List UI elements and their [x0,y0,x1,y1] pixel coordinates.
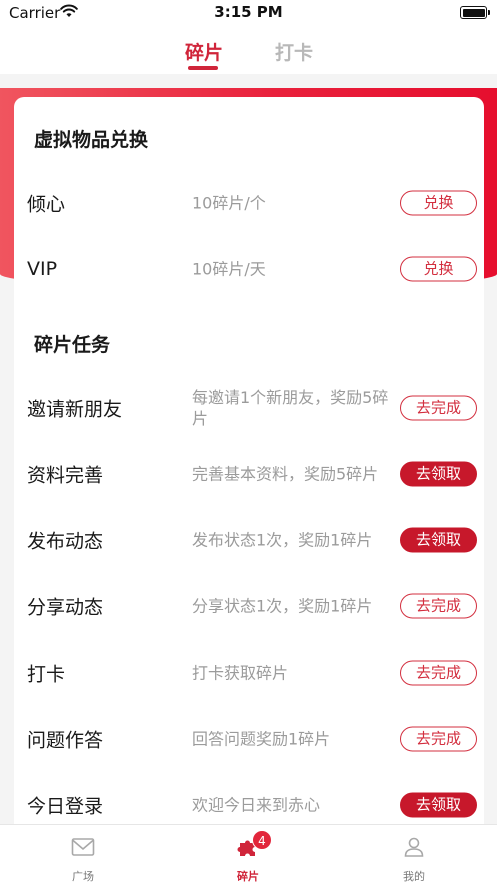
task-claim-button[interactable]: 去领取 [400,461,477,487]
task-desc: 每邀请1个新朋友，奖励5碎片 [192,388,389,428]
battery-icon [460,6,490,19]
task-row: 打卡 打卡获取碎片 去完成 [14,648,484,698]
task-complete-button[interactable]: 去完成 [400,660,477,686]
clock: 3:15 PM [214,3,283,21]
task-name: 邀请新朋友 [27,398,123,421]
envelope-icon [71,838,95,856]
task-desc: 欢迎今日来到赤心 [192,795,321,815]
task-desc: 打卡获取碎片 [192,663,289,683]
status-bar: Carrier 3:15 PM [0,0,497,26]
notification-badge: 4 [252,830,272,850]
task-row: 问题作答 回答问题奖励1碎片 去完成 [14,714,484,764]
task-desc: 回答问题奖励1碎片 [192,729,331,749]
bottom-tab-label: 碎片 [237,870,259,883]
exchange-button[interactable]: 兑换 [400,190,477,216]
task-claim-button[interactable]: 去领取 [400,527,477,553]
task-desc: 完善基本资料，奖励5碎片 [192,464,379,484]
bottom-tab-bar: 广场 4 碎片 我的 [0,824,497,883]
item-desc: 10碎片/天 [192,259,266,279]
item-name: VIP [27,258,58,280]
task-row: 发布动态 发布状态1次，奖励1碎片 去领取 [14,515,484,565]
task-name: 发布动态 [27,530,104,553]
bottom-tab-label: 广场 [72,870,94,883]
task-desc: 发布状态1次，奖励1碎片 [192,530,373,550]
tab-checkin[interactable]: 打卡 [275,38,313,65]
exchange-row: 倾心 10碎片/个 兑换 [14,178,484,228]
task-section-title: 碎片任务 [34,334,111,356]
fragment-card: 虚拟物品兑换 倾心 10碎片/个 兑换 VIP 10碎片/天 兑换 碎片任务 邀… [14,97,484,837]
task-row: 分享动态 分享状态1次，奖励1碎片 去完成 [14,581,484,631]
bottom-tab-mine[interactable]: 我的 [374,825,454,883]
top-tab-bar: 碎片 打卡 [0,26,497,74]
task-row: 邀请新朋友 每邀请1个新朋友，奖励5碎片 去完成 [14,383,484,433]
item-desc: 10碎片/个 [192,193,266,213]
task-name: 今日登录 [27,795,104,818]
bottom-tab-plaza[interactable]: 广场 [43,825,123,883]
task-complete-button[interactable]: 去完成 [400,726,477,752]
task-row: 今日登录 欢迎今日来到赤心 去领取 [14,780,484,830]
task-desc: 分享状态1次，奖励1碎片 [192,596,373,616]
tab-fragment[interactable]: 碎片 [185,38,223,65]
task-row: 资料完善 完善基本资料，奖励5碎片 去领取 [14,449,484,499]
exchange-button[interactable]: 兑换 [400,256,477,282]
task-complete-button[interactable]: 去完成 [400,593,477,619]
active-tab-indicator [188,66,218,70]
item-name: 倾心 [27,193,66,216]
bottom-tab-fragment[interactable]: 4 碎片 [208,825,288,883]
task-name: 打卡 [27,663,66,686]
bottom-tab-label: 我的 [403,870,425,883]
exchange-row: VIP 10碎片/天 兑换 [14,244,484,294]
person-icon [404,837,424,857]
exchange-section-title: 虚拟物品兑换 [34,129,149,151]
task-complete-button[interactable]: 去完成 [400,395,477,421]
task-name: 资料完善 [27,464,104,487]
task-name: 分享动态 [27,596,104,619]
task-name: 问题作答 [27,729,104,752]
task-claim-button[interactable]: 去领取 [400,792,477,818]
